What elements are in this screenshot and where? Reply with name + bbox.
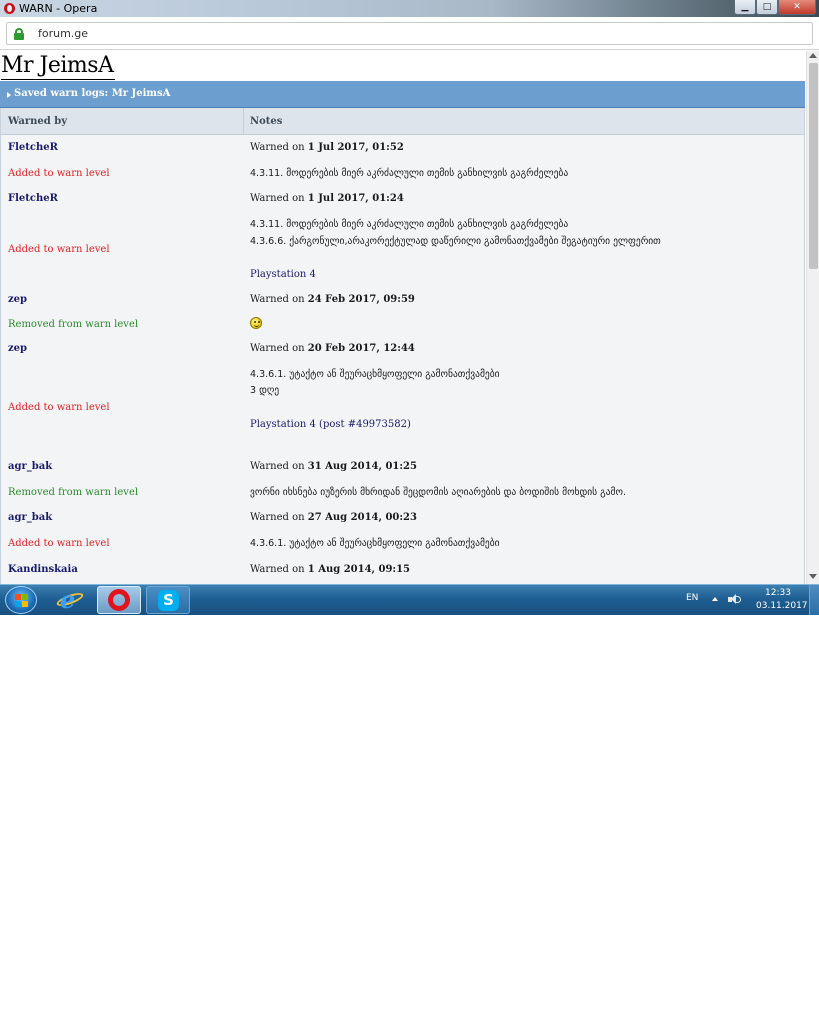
- taskbar-skype[interactable]: S: [146, 586, 190, 614]
- warn-note: 3 დღე: [250, 385, 280, 396]
- warn-date: 20 Feb 2017, 12:44: [307, 343, 415, 354]
- scroll-down-arrow-icon[interactable]: [809, 574, 817, 579]
- internet-explorer-icon: e: [60, 585, 76, 614]
- column-header-warned-by: Warned by: [8, 116, 68, 127]
- warn-date: 1 Jul 2017, 01:24: [307, 193, 404, 204]
- window-title: WARN - Opera: [19, 2, 98, 15]
- collapse-arrow-icon[interactable]: [7, 92, 11, 98]
- table-header: Warned by Notes: [1, 108, 804, 135]
- warned-by-user-link[interactable]: zep: [8, 293, 27, 306]
- warned-on-prefix: Warned on: [250, 343, 305, 354]
- minimize-button[interactable]: ▁: [734, 0, 756, 15]
- smiley-icon: [250, 317, 262, 329]
- warn-note: 4.3.11. მოდერების მიერ აკრძალული თემის გ…: [250, 219, 569, 230]
- section-header[interactable]: Saved warn logs: Mr JeimsA: [0, 81, 805, 108]
- scrollbar-thumb[interactable]: [809, 63, 818, 269]
- warned-by-user-link[interactable]: Kandinskaia: [8, 563, 78, 576]
- column-divider: [243, 108, 244, 135]
- warned-on-prefix: Warned on: [250, 142, 305, 153]
- warned-by-user-link[interactable]: FletcheR: [8, 141, 58, 154]
- maximize-button[interactable]: □: [756, 0, 778, 15]
- section-title: Saved warn logs: Mr JeimsA: [14, 88, 171, 99]
- warned-on-prefix: Warned on: [250, 461, 305, 472]
- warned-on-text: Warned on 20 Feb 2017, 12:44: [250, 342, 415, 355]
- show-hidden-icons-arrow-icon[interactable]: [712, 597, 718, 601]
- column-header-notes: Notes: [250, 116, 283, 127]
- title-bar[interactable]: WARN - Opera ▁ □ ✕: [0, 0, 819, 17]
- warned-on-text: Warned on 1 Jul 2017, 01:52: [250, 141, 404, 154]
- warn-action-added: Added to warn level: [8, 538, 110, 549]
- opera-icon: [108, 589, 130, 611]
- topic-link[interactable]: Playstation 4: [250, 268, 316, 281]
- opera-logo-icon: [4, 3, 15, 14]
- warned-by-user-link[interactable]: agr_bak: [8, 511, 52, 524]
- warn-action-removed: Removed from warn level: [8, 487, 139, 498]
- close-button[interactable]: ✕: [778, 0, 816, 15]
- warned-by-user-link[interactable]: agr_bak: [8, 460, 52, 473]
- lock-icon: [14, 28, 24, 40]
- scroll-up-arrow-icon[interactable]: [809, 53, 817, 58]
- windows-logo-icon: [15, 594, 21, 600]
- address-bar: forum.ge: [0, 17, 819, 50]
- warned-on-prefix: Warned on: [250, 564, 305, 575]
- warned-by-user-link[interactable]: FletcheR: [8, 192, 58, 205]
- warned-on-prefix: Warned on: [250, 294, 305, 305]
- start-button[interactable]: [5, 586, 37, 614]
- taskbar-internet-explorer[interactable]: e: [48, 586, 92, 614]
- skype-icon: S: [158, 590, 179, 611]
- url-text[interactable]: forum.ge: [38, 27, 88, 40]
- url-field[interactable]: forum.ge: [6, 22, 813, 45]
- clock-date[interactable]: 03.11.2017: [756, 601, 808, 611]
- vertical-scrollbar[interactable]: [806, 51, 819, 584]
- warn-date: 27 Aug 2014, 00:23: [307, 512, 417, 523]
- windows-taskbar: e S EN 12:33 03.11.2017: [0, 584, 819, 615]
- warn-date: 24 Feb 2017, 09:59: [307, 294, 415, 305]
- warn-action-removed: Removed from warn level: [8, 319, 139, 330]
- warn-note: 4.3.6.1. უტაქტო ან შეურაცხმყოფელი გამონა…: [250, 538, 500, 549]
- warn-date: 31 Aug 2014, 01:25: [307, 461, 417, 472]
- page-viewport: Mr JeimsA Saved warn logs: Mr JeimsA War…: [0, 51, 806, 584]
- warned-on-prefix: Warned on: [250, 512, 305, 523]
- warn-note: 4.3.6.1. უტაქტო ან შეურაცხმყოფელი გამონა…: [250, 369, 500, 380]
- warn-action-added: Added to warn level: [8, 244, 110, 255]
- warn-date: 1 Aug 2014, 09:15: [307, 564, 411, 575]
- warn-log-table: Warned by Notes FletcheR Warned on 1 Jul…: [0, 108, 805, 584]
- warned-on-text: Warned on 1 Aug 2014, 09:15: [250, 563, 410, 576]
- warned-on-prefix: Warned on: [250, 193, 305, 204]
- taskbar-opera[interactable]: [97, 586, 141, 614]
- warned-on-text: Warned on 31 Aug 2014, 01:25: [250, 460, 417, 473]
- volume-icon[interactable]: [728, 594, 742, 606]
- topic-post-link[interactable]: Playstation 4 (post #49973582): [250, 418, 411, 431]
- warn-action-added: Added to warn level: [8, 168, 110, 179]
- browser-window: WARN - Opera ▁ □ ✕ forum.ge Mr JeimsA Sa…: [0, 0, 819, 615]
- show-desktop-button[interactable]: [809, 585, 819, 615]
- warned-by-user-link[interactable]: zep: [8, 342, 27, 355]
- clock-time[interactable]: 12:33: [765, 588, 791, 598]
- warned-on-text: Warned on 24 Feb 2017, 09:59: [250, 293, 415, 306]
- warn-note: ვორნი იხსნება იუზერის მხრიდან შეცდომის ა…: [250, 487, 626, 498]
- warned-on-text: Warned on 27 Aug 2014, 00:23: [250, 511, 417, 524]
- warn-action-added: Added to warn level: [8, 402, 110, 413]
- page-title: Mr JeimsA: [1, 53, 116, 80]
- warn-note: 4.3.11. მოდერების მიერ აკრძალული თემის გ…: [250, 168, 569, 179]
- warn-note: 4.3.6.6. ქარგონული,არაკორექტულად დაწერილ…: [250, 236, 661, 247]
- language-indicator[interactable]: EN: [686, 593, 698, 603]
- warned-on-text: Warned on 1 Jul 2017, 01:24: [250, 192, 404, 205]
- warn-date: 1 Jul 2017, 01:52: [307, 142, 404, 153]
